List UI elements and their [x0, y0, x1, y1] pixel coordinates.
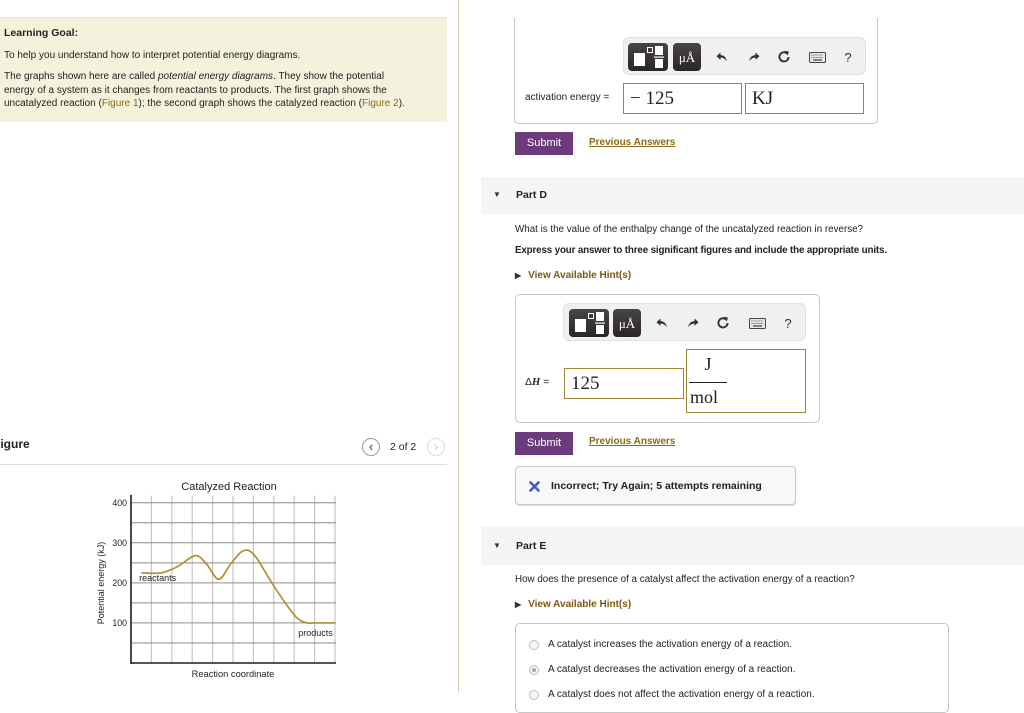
templates-icon [634, 46, 664, 68]
templates-button[interactable] [569, 309, 609, 337]
undo-button[interactable] [652, 313, 672, 333]
part-d-question: What is the value of the enthalpy change… [515, 224, 864, 235]
enthalpy-variable: H [532, 377, 541, 388]
part-d-math-toolbar: μÅ ? [563, 303, 806, 341]
part-d-instruction: Express your answer to three significant… [515, 245, 887, 256]
paragraph-text: ). [398, 98, 405, 109]
figure-1-link[interactable]: Figure 1 [102, 98, 139, 109]
redo-button[interactable] [744, 47, 764, 67]
collapse-arrow-icon: ▼ [493, 190, 501, 199]
keyboard-icon [808, 51, 826, 63]
paragraph-text: . They show the potential [273, 71, 385, 82]
fraction-bar [689, 382, 727, 383]
previous-figure-button[interactable]: ‹ [362, 438, 380, 456]
y-tick-label: 300 [112, 538, 127, 548]
collapse-arrow-icon: ▼ [493, 541, 501, 550]
y-axis-label: Potential energy (kJ) [96, 542, 106, 625]
units-button[interactable]: μÅ [613, 309, 641, 337]
part-d-hint-toggle[interactable]: ▶ View Available Hint(s) [515, 270, 631, 281]
y-tick-label: 400 [112, 498, 127, 508]
reset-icon [778, 50, 790, 63]
paragraph-text: uncatalyzed reaction ( [4, 98, 102, 109]
option-label[interactable]: A catalyst increases the activation ener… [548, 639, 792, 650]
activation-energy-label: activation energy = [525, 92, 610, 103]
templates-icon [575, 312, 605, 334]
keyboard-icon [748, 317, 766, 329]
chevron-left-icon: ‹ [368, 439, 374, 454]
energy-curve [141, 549, 336, 625]
paragraph-text: The graphs shown here are called [4, 71, 158, 82]
equals-sign: = [540, 376, 550, 388]
y-tick-label: 200 [112, 578, 127, 588]
redo-icon [688, 318, 699, 328]
part-d-hint-label: View Available Hint(s) [528, 270, 632, 281]
part-c-previous-answers-link[interactable]: Previous Answers [589, 137, 675, 148]
delta-h-label: ΔH = [525, 376, 549, 388]
paragraph-text: energy of a system as it changes from re… [4, 84, 387, 96]
x-icon [529, 481, 540, 492]
undo-button[interactable] [712, 47, 732, 67]
chart-title: Catalyzed Reaction [181, 481, 276, 493]
keyboard-button[interactable] [807, 47, 827, 67]
part-e-header[interactable]: ▼ Part E [481, 527, 1024, 565]
curve-annotation-products: products [298, 628, 333, 638]
panel-divider [458, 0, 459, 692]
delta-symbol: Δ [525, 376, 533, 388]
figure-pager-text: 2 of 2 [390, 441, 417, 453]
learning-goal-intro: To help you understand how to interpret … [4, 50, 301, 61]
part-d-title: Part D [516, 189, 547, 201]
activation-energy-unit-input[interactable]: KJ [745, 83, 864, 114]
part-e-hint-label: View Available Hint(s) [528, 599, 632, 610]
x-axis-label: Reaction coordinate [192, 669, 275, 679]
redo-icon [749, 52, 760, 62]
figure-divider [0, 464, 447, 465]
expand-arrow-icon: ▶ [515, 271, 522, 280]
part-e-question: How does the presence of a catalyst affe… [515, 574, 855, 585]
figure-title: Figure [0, 437, 30, 451]
option-radio[interactable] [529, 665, 539, 675]
help-button[interactable]: ? [838, 47, 858, 67]
part-e-title: Part E [516, 540, 547, 552]
reset-icon [717, 316, 729, 329]
help-button[interactable]: ? [778, 313, 798, 333]
paragraph-text: ); the second graph shows the catalyzed … [138, 98, 362, 109]
curve-annotation-reactants: reactants [139, 573, 177, 583]
enthalpy-value-input[interactable]: 125 [564, 368, 684, 399]
enthalpy-unit-input[interactable]: J mol [686, 349, 806, 413]
paragraph-italic-term: potential energy diagrams [157, 71, 274, 82]
feedback-message: Incorrect; Try Again; 5 attempts remaini… [515, 466, 796, 505]
part-d-previous-answers-link[interactable]: Previous Answers [589, 436, 675, 447]
activation-energy-value-input[interactable]: − 125 [623, 83, 742, 114]
unit-denominator: mol [690, 387, 719, 407]
learning-goal-heading: Learning Goal: [4, 27, 79, 39]
option-label[interactable]: A catalyst does not affect the activatio… [548, 689, 815, 700]
next-figure-button[interactable]: › [427, 438, 445, 456]
part-c-math-toolbar: μÅ ? [623, 37, 866, 75]
y-tick-label: 100 [112, 618, 127, 628]
units-button[interactable]: μÅ [673, 43, 701, 71]
option-label[interactable]: A catalyst decreases the activation ener… [548, 664, 795, 675]
undo-icon [656, 318, 667, 328]
option-radio[interactable] [529, 640, 539, 650]
undo-icon [716, 52, 727, 62]
unit-numerator: J [704, 354, 712, 374]
redo-button[interactable] [683, 313, 703, 333]
figure-2-link[interactable]: Figure 2 [362, 98, 399, 109]
part-c-submit-button[interactable]: Submit [515, 132, 573, 155]
part-d-submit-button[interactable]: Submit [515, 432, 573, 455]
templates-button[interactable] [628, 43, 668, 71]
part-d-header[interactable]: ▼ Part D [481, 177, 1024, 214]
learning-goal-paragraph: The graphs shown here are called potenti… [4, 70, 405, 111]
chevron-right-icon: › [433, 439, 439, 454]
learning-goal-box: Learning Goal: To help you understand ho… [0, 17, 447, 122]
reset-button[interactable] [774, 47, 794, 67]
reset-button[interactable] [713, 313, 733, 333]
expand-arrow-icon: ▶ [515, 600, 522, 609]
part-e-hint-toggle[interactable]: ▶ View Available Hint(s) [515, 599, 631, 610]
keyboard-button[interactable] [747, 313, 767, 333]
feedback-text: Incorrect; Try Again; 5 attempts remaini… [551, 480, 762, 492]
